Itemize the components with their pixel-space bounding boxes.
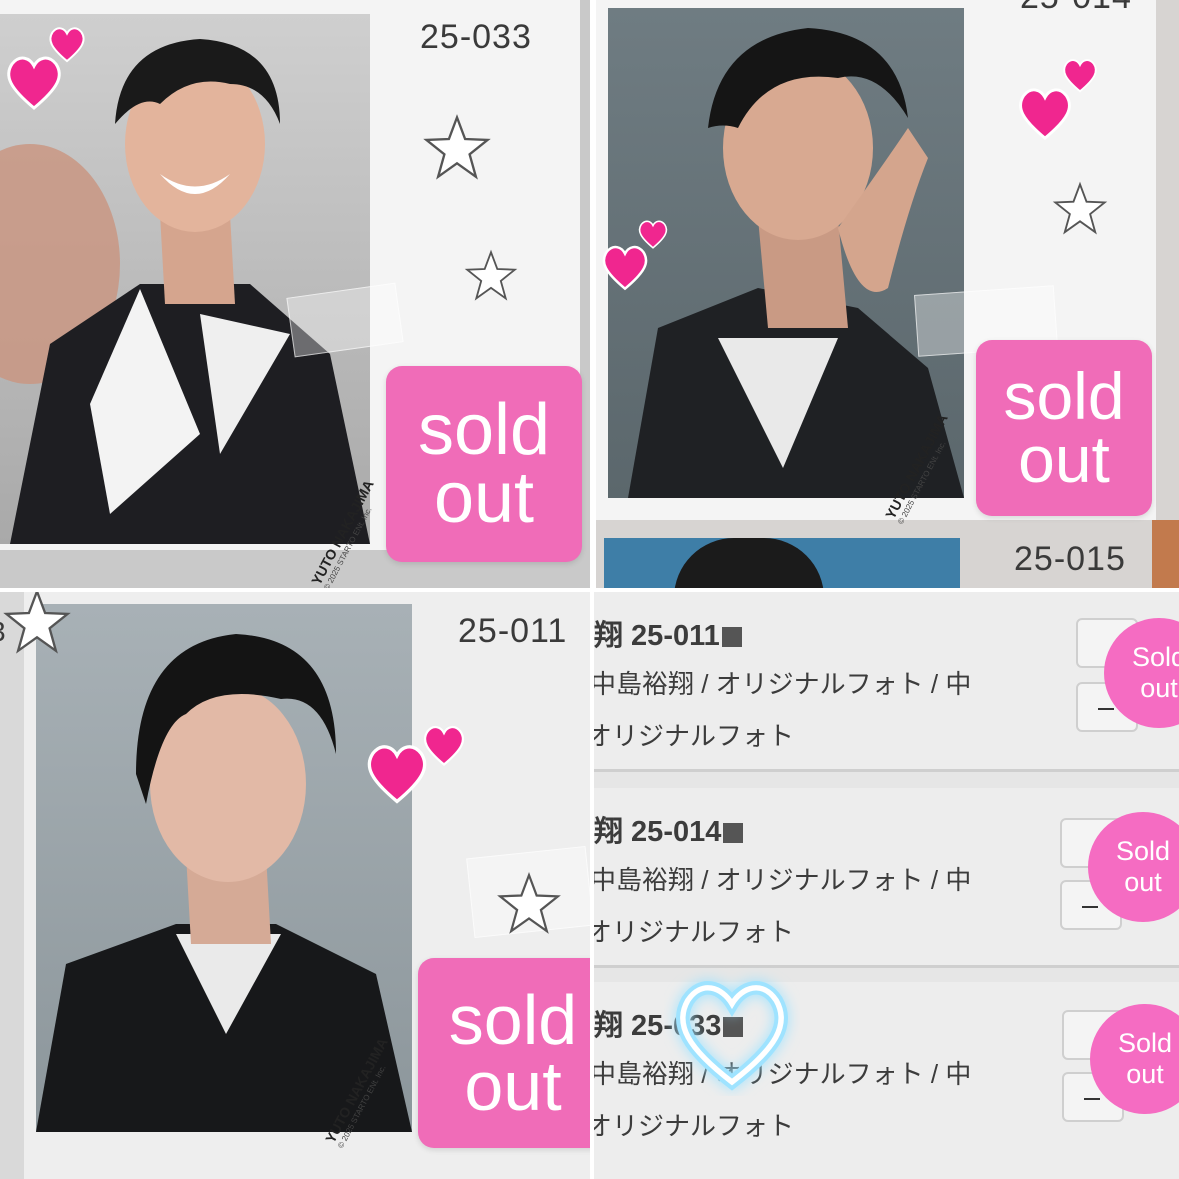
side-strip <box>1152 520 1179 588</box>
star-sticker <box>3 592 71 654</box>
heart-sticker-small <box>1063 59 1097 93</box>
card-code-next: 25-015 <box>1014 540 1126 578</box>
star-sticker <box>1052 181 1108 235</box>
order-item-title: 翔 25-011 <box>594 612 742 654</box>
order-list-screenshot: 翔 25-011 中島裕翔 / オリジナルフォト / 中 オリジナルフォト So… <box>594 592 1179 1179</box>
minus-icon <box>1082 906 1098 908</box>
sold-out-sticker: sold out <box>386 366 582 562</box>
photo-card-panel-25-033: 25-033 YUTO NAKAJIMA © 2025 STARTO ENt. … <box>0 0 590 588</box>
member-photo <box>36 604 412 1132</box>
order-item[interactable]: 翔 25-033 中島裕翔 / オリジナルフォト / 中 オリジナルフォト So… <box>594 981 1179 1179</box>
order-item-description: 中島裕翔 / オリジナルフォト / 中 <box>594 669 972 699</box>
glowing-heart-icon <box>676 981 788 1091</box>
neighbor-card-edge <box>0 592 24 1179</box>
card-code: 25-033 <box>420 18 532 56</box>
card-code: 25-011 <box>458 612 568 650</box>
next-photo-peek <box>604 538 960 588</box>
heart-sticker-small <box>423 725 465 766</box>
star-sticker <box>464 249 518 301</box>
order-item-description: 中島裕翔 / オリジナルフォト / 中 <box>594 865 972 895</box>
sold-out-sticker: sold out <box>976 340 1152 516</box>
photo-image <box>608 8 964 498</box>
order-item[interactable]: 翔 25-014 中島裕翔 / オリジナルフォト / 中 オリジナルフォト So… <box>594 788 1179 968</box>
order-item-category: オリジナルフォト <box>594 721 795 751</box>
minus-icon <box>1098 708 1114 710</box>
star-sticker <box>497 871 561 934</box>
member-photo <box>608 8 964 498</box>
order-item-title: 翔 25-014 <box>594 808 744 850</box>
photo-card-panel-25-014: 25-014 YUTO NAKAJIMA © 2025 STARTO ENt. … <box>596 0 1179 588</box>
card-code: 25-014 <box>1020 0 1132 17</box>
photo-card-panel-25-011: 3 25-011 YUTO NAKAJIMA © 2025 STARTO ENt… <box>0 592 590 1179</box>
sold-out-sticker: sold out <box>418 958 590 1148</box>
star-sticker <box>423 114 491 180</box>
heart-sticker-small <box>638 220 668 249</box>
heart-sticker-small <box>49 27 85 63</box>
minus-icon <box>1084 1098 1100 1100</box>
order-item-category: オリジナルフォト <box>594 917 795 947</box>
order-item[interactable]: 翔 25-011 中島裕翔 / オリジナルフォト / 中 オリジナルフォト So… <box>594 592 1179 772</box>
photo-image <box>36 604 412 1132</box>
order-item-category: オリジナルフォト <box>594 1111 795 1141</box>
